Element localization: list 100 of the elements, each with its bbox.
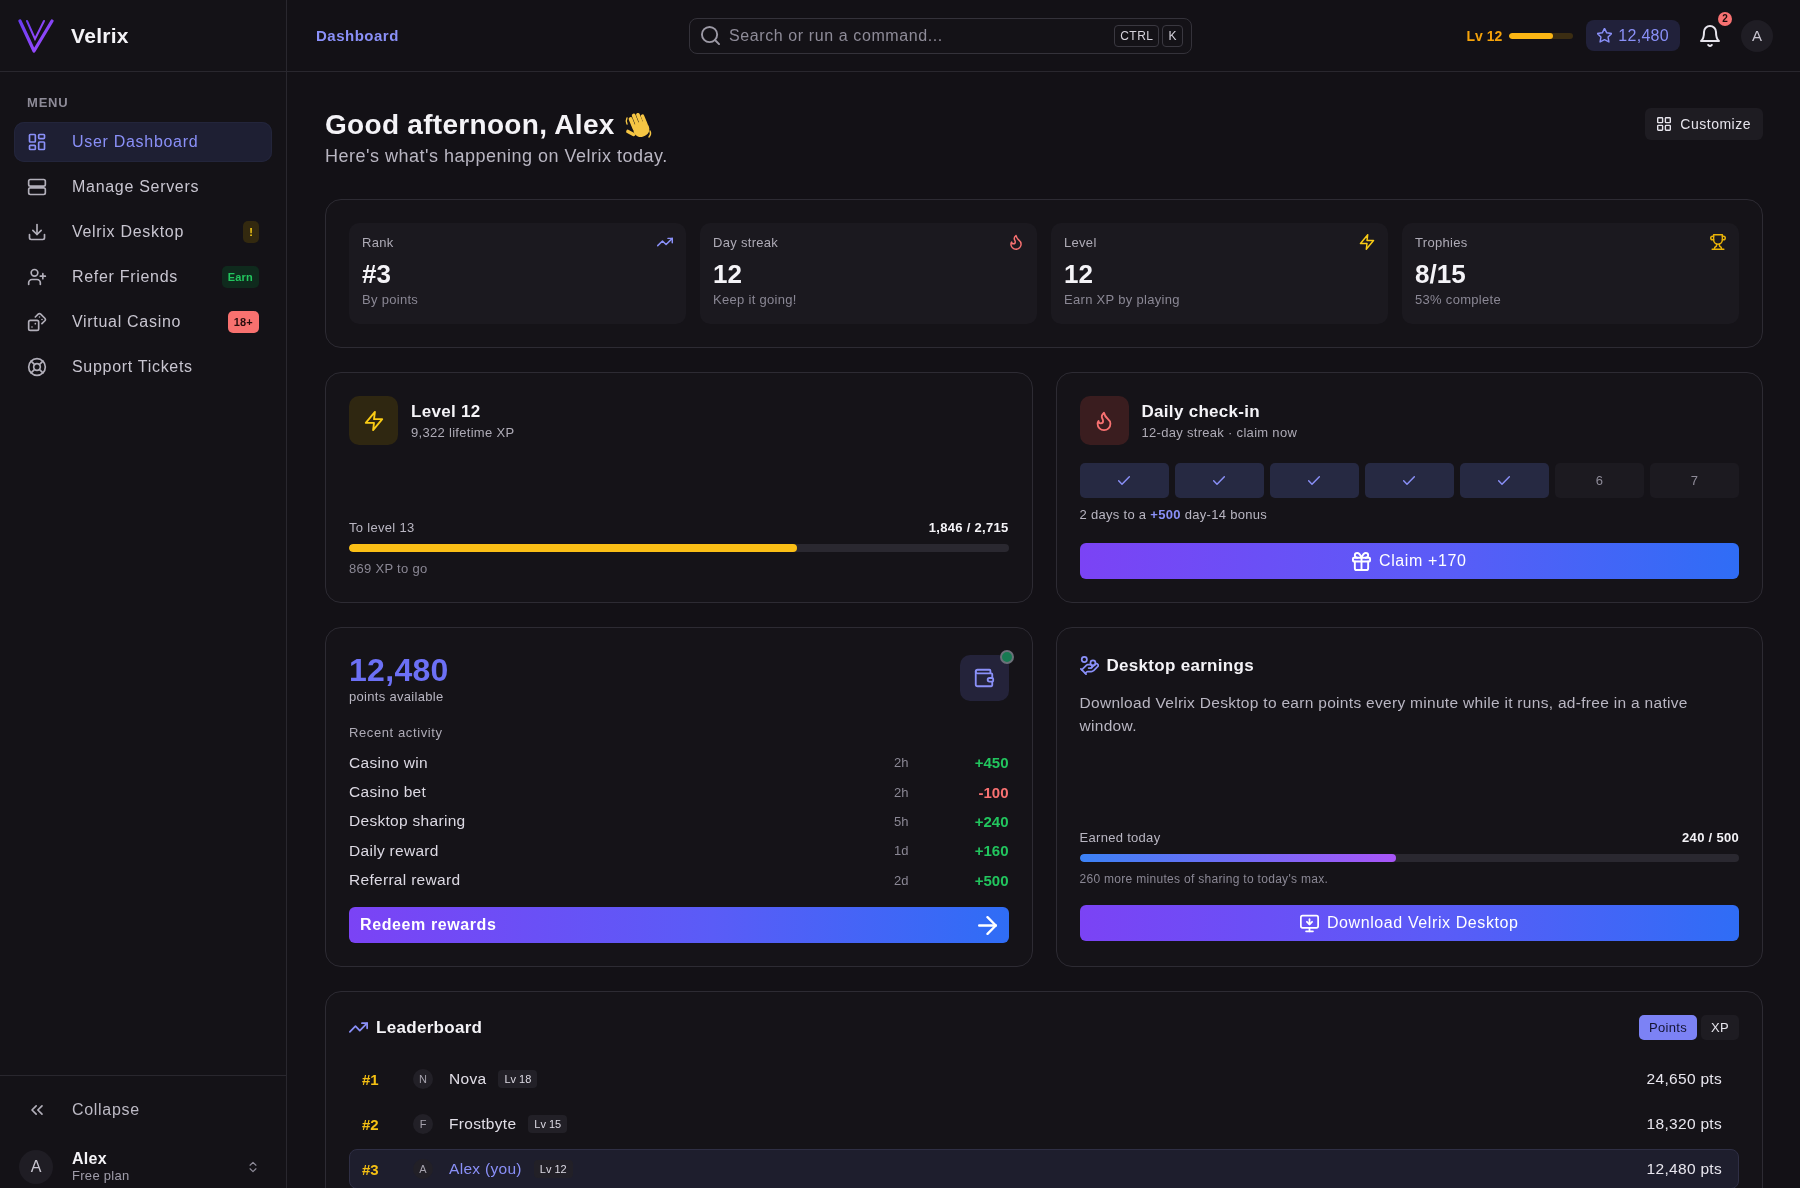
progress-note: 869 XP to go bbox=[349, 561, 428, 577]
points-balance: 12,480 bbox=[349, 651, 449, 689]
nav-item[interactable]: Support Tickets bbox=[14, 347, 272, 387]
menu-section-label: MENU bbox=[27, 95, 69, 111]
bonus-note: 2 days to a +500 day-14 bonus bbox=[1079, 507, 1268, 523]
stat-value: 8/15 bbox=[1415, 259, 1466, 289]
stat-note: 53% complete bbox=[1415, 292, 1501, 308]
breadcrumb-link[interactable]: Dashboard bbox=[316, 26, 399, 44]
user-name: Alex bbox=[72, 1149, 108, 1168]
user-avatar[interactable]: A bbox=[1741, 19, 1773, 52]
rank-label: #1 bbox=[362, 1070, 380, 1088]
arrow-right-icon bbox=[977, 915, 997, 935]
level-badge: Lv 12 bbox=[533, 1160, 573, 1178]
greeting-subtitle: Here's what's happening on Velrix today. bbox=[325, 145, 668, 167]
progress-reading: 1,846 / 2,715 bbox=[928, 519, 1009, 535]
card-title: Desktop earnings bbox=[1106, 654, 1254, 676]
rank-label: #2 bbox=[362, 1115, 380, 1133]
dashboard-grid-icon bbox=[27, 132, 47, 152]
check-icon bbox=[1308, 476, 1321, 485]
search-bar[interactable]: Search or run a command... CTRL K bbox=[689, 17, 1192, 54]
wallet-icon bbox=[959, 655, 1009, 701]
kbd-key: K bbox=[1162, 24, 1183, 47]
search-icon bbox=[701, 26, 720, 45]
progress-reading: 240 / 500 bbox=[1682, 829, 1739, 845]
player-avatar: F bbox=[413, 1114, 433, 1134]
player-avatar: A bbox=[413, 1159, 433, 1179]
lightning-icon bbox=[349, 396, 398, 445]
waving-hand-icon bbox=[623, 110, 654, 140]
activity-label: Desktop sharing bbox=[349, 812, 466, 831]
player-points: 18,320 pts bbox=[1646, 1115, 1722, 1133]
check-icon bbox=[1118, 476, 1131, 485]
greeting-title: Good afternoon, Alex bbox=[325, 108, 615, 142]
claim-button[interactable]: Claim +170 bbox=[1079, 543, 1739, 579]
activity-time: 2h bbox=[894, 755, 909, 771]
dice-icon bbox=[27, 312, 47, 332]
flame-icon bbox=[1079, 396, 1129, 445]
stat-note: Keep it going! bbox=[713, 292, 797, 308]
activity-heading: Recent activity bbox=[349, 725, 443, 741]
bell-icon bbox=[1700, 24, 1720, 47]
activity-amount: +240 bbox=[974, 812, 1009, 830]
activity-label: Casino win bbox=[349, 753, 428, 772]
stat-label: Level bbox=[1064, 234, 1097, 250]
monitor-download-icon bbox=[1299, 913, 1319, 933]
star-icon bbox=[1597, 28, 1613, 43]
card-title: Level 12 bbox=[411, 400, 481, 422]
nav-badge: 18+ bbox=[227, 311, 259, 333]
player-name: Nova bbox=[449, 1070, 487, 1088]
redeem-button[interactable]: Redeem rewards bbox=[349, 907, 1009, 943]
server-icon bbox=[27, 177, 47, 197]
check-icon bbox=[1403, 476, 1416, 485]
rank-label: #3 bbox=[362, 1160, 380, 1178]
user-plus-icon bbox=[27, 267, 47, 287]
notifications-button[interactable] bbox=[1700, 24, 1720, 47]
player-name: Alex (you) bbox=[449, 1160, 522, 1178]
level-label: Lv 12 bbox=[1466, 27, 1503, 44]
activity-amount: +500 bbox=[974, 871, 1009, 889]
activity-label: Daily reward bbox=[349, 841, 439, 860]
nav-item[interactable]: User Dashboard bbox=[14, 122, 272, 162]
player-points: 24,650 pts bbox=[1646, 1070, 1722, 1088]
collapse-button[interactable]: Collapse bbox=[14, 1090, 153, 1130]
hand-coins-icon bbox=[1079, 655, 1099, 675]
level-badge: Lv 18 bbox=[498, 1070, 538, 1088]
nav-item[interactable]: Velrix Desktop ! bbox=[14, 212, 272, 252]
nav-badge: Earn bbox=[221, 266, 259, 288]
user-plan: Free plan bbox=[72, 1168, 130, 1184]
gift-icon bbox=[1352, 551, 1372, 571]
player-avatar: N bbox=[413, 1069, 433, 1089]
activity-time: 2d bbox=[894, 872, 909, 888]
earnings-description: Download Velrix Desktop to earn points every minute while it runs, ad-free in a native window. bbox=[1079, 693, 1689, 736]
nav-item[interactable]: Refer Friends Earn bbox=[14, 257, 272, 297]
check-icon bbox=[1213, 476, 1226, 485]
user-avatar[interactable]: A bbox=[19, 1149, 53, 1184]
stat-label: Day streak bbox=[713, 234, 779, 250]
player-points: 12,480 pts bbox=[1646, 1160, 1722, 1178]
card-subtitle: 9,322 lifetime XP bbox=[411, 423, 515, 441]
activity-time: 2h bbox=[894, 784, 909, 800]
points-caption: points available bbox=[349, 689, 444, 705]
player-name: Frostbyte bbox=[449, 1115, 517, 1133]
download-button[interactable]: Download Velrix Desktop bbox=[1079, 905, 1739, 941]
level-badge: Lv 15 bbox=[528, 1115, 568, 1133]
stat-label: Trophies bbox=[1415, 234, 1468, 250]
brand-name: Velrix bbox=[71, 23, 129, 48]
activity-amount: +160 bbox=[974, 842, 1009, 860]
day-tile: 7 bbox=[1649, 463, 1739, 498]
nav-item[interactable]: Virtual Casino 18+ bbox=[14, 302, 272, 342]
stat-value: #3 bbox=[362, 259, 391, 289]
trend-up-icon bbox=[349, 1021, 368, 1034]
leaderboard-tab[interactable]: XP bbox=[1701, 1015, 1739, 1040]
activity-time: 1d bbox=[894, 843, 909, 859]
progress-label: To level 13 bbox=[349, 519, 415, 535]
leaderboard-tab[interactable]: Points bbox=[1639, 1015, 1698, 1040]
customize-button[interactable]: Customize bbox=[1645, 108, 1763, 140]
search-input[interactable]: Search or run a command... bbox=[729, 22, 1106, 49]
check-icon bbox=[1498, 476, 1511, 485]
activity-label: Referral reward bbox=[349, 871, 461, 890]
notification-badge: 2 bbox=[1718, 11, 1732, 26]
nav-item[interactable]: Manage Servers bbox=[14, 167, 272, 207]
day-tile: 6 bbox=[1554, 463, 1644, 498]
points-button[interactable]: 12,480 bbox=[1586, 20, 1680, 51]
trophy-icon bbox=[1710, 234, 1726, 250]
